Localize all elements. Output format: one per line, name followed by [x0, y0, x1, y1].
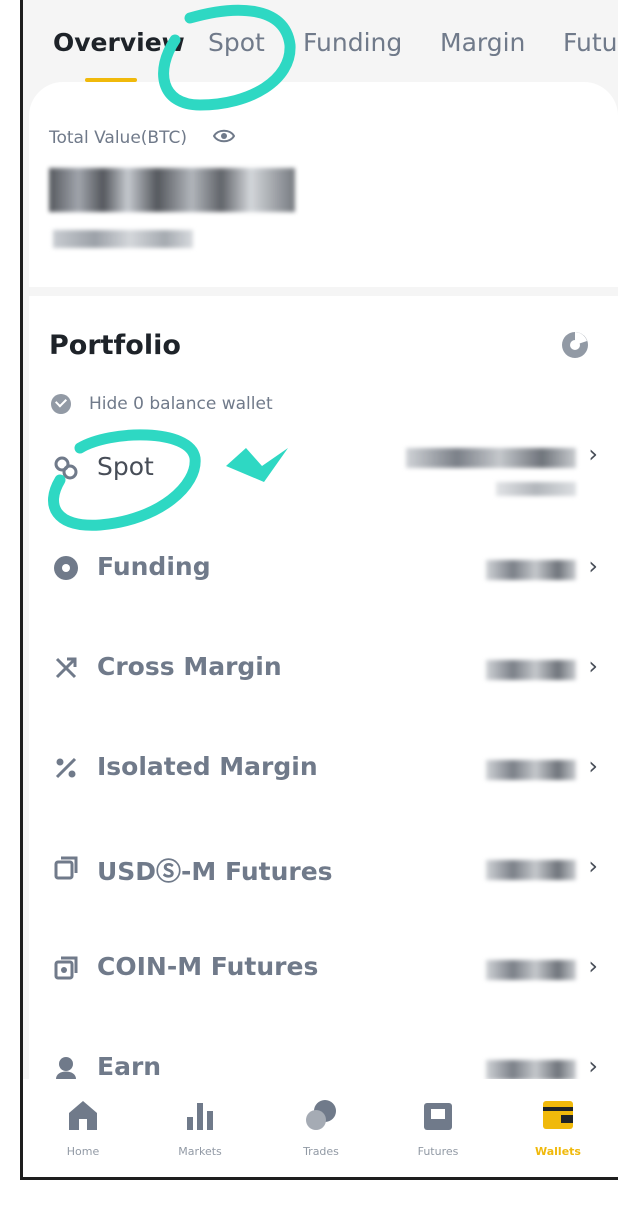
nav-label: Trades: [303, 1145, 339, 1158]
earn-icon: [56, 1057, 76, 1079]
tab-funding[interactable]: Funding: [303, 28, 402, 57]
chevron-right-icon: ›: [588, 852, 598, 880]
nav-label: Markets: [178, 1145, 222, 1158]
total-value-label: Total Value(BTC): [49, 128, 187, 148]
tab-bar: Overview Spot Funding Margin Futu: [23, 0, 618, 82]
total-value-amount-redacted: [49, 168, 295, 212]
wallet-row-isolated-margin[interactable]: Isolated Margin ›: [49, 738, 598, 798]
check-circle-icon: [51, 394, 71, 414]
chevron-right-icon: ›: [588, 752, 598, 780]
wallet-label: Cross Margin: [97, 652, 282, 681]
chevron-right-icon: ›: [588, 952, 598, 980]
wallet-label: Earn: [97, 1052, 162, 1081]
wallet-balance-redacted: [406, 448, 576, 468]
tab-spot[interactable]: Spot: [208, 28, 265, 57]
chevron-right-icon: ›: [588, 652, 598, 680]
hide-zero-balance-toggle[interactable]: Hide 0 balance wallet: [51, 392, 273, 416]
tab-margin[interactable]: Margin: [440, 28, 525, 57]
total-value-fiat-redacted: [53, 230, 193, 248]
futures-icon: [424, 1103, 452, 1130]
wallet-balance-redacted: [486, 760, 576, 780]
chevron-right-icon: ›: [588, 1052, 598, 1080]
wallet-row-coin-m-futures[interactable]: COIN-M Futures ›: [49, 938, 598, 998]
chevron-right-icon: ›: [588, 440, 598, 468]
wallet-label: Funding: [97, 552, 211, 581]
nav-home[interactable]: Home: [38, 1097, 128, 1158]
home-icon: [69, 1101, 97, 1130]
bottom-navigation: Home Markets Trades Futures Wallets: [23, 1079, 618, 1177]
coin-m-futures-icon: [54, 956, 78, 980]
nav-futures[interactable]: Futures: [393, 1097, 483, 1158]
cross-margin-icon: [55, 657, 77, 679]
wallet-label: Isolated Margin: [97, 752, 318, 781]
portfolio-title: Portfolio: [49, 330, 181, 361]
wallet-balance-redacted: [486, 560, 576, 580]
wallet-row-usd-m-futures[interactable]: USDⓈ-M Futures ›: [49, 838, 598, 898]
wallet-label: Spot: [97, 452, 154, 481]
usd-m-futures-icon: [54, 856, 78, 880]
wallet-balance-redacted: [486, 1060, 576, 1080]
wallet-row-cross-margin[interactable]: Cross Margin ›: [49, 638, 598, 698]
chevron-right-icon: ›: [588, 552, 598, 580]
isolated-margin-icon: [55, 757, 77, 779]
nav-wallets[interactable]: Wallets: [513, 1097, 603, 1158]
wallet-label: USDⓈ-M Futures: [97, 857, 333, 886]
wallet-balance-redacted: [486, 860, 576, 880]
spot-icon: [54, 456, 78, 480]
wallet-row-spot[interactable]: Spot ›: [49, 438, 598, 498]
hide-zero-balance-label: Hide 0 balance wallet: [89, 394, 273, 414]
wallet-row-funding[interactable]: Funding ›: [49, 538, 598, 598]
funding-icon: [54, 556, 78, 580]
nav-label: Home: [66, 1145, 100, 1158]
nav-trades[interactable]: Trades: [276, 1097, 366, 1158]
nav-label: Futures: [417, 1145, 459, 1158]
portfolio-section: Portfolio Hide 0 balance wallet Spot › F…: [29, 296, 618, 1081]
pie-chart-icon[interactable]: [560, 330, 590, 360]
tab-futures[interactable]: Futu: [563, 28, 618, 57]
wallet-balance-redacted: [486, 960, 576, 980]
nav-markets[interactable]: Markets: [155, 1097, 245, 1158]
wallet-icon: [543, 1101, 573, 1129]
wallet-fiat-redacted: [496, 482, 576, 496]
trades-icon: [306, 1100, 336, 1130]
app-frame: Overview Spot Funding Margin Futu Total …: [20, 0, 618, 1180]
nav-label: Wallets: [535, 1145, 581, 1158]
markets-icon: [187, 1103, 213, 1130]
wallet-balance-redacted: [486, 660, 576, 680]
eye-icon[interactable]: [213, 128, 235, 144]
wallet-label: COIN-M Futures: [97, 952, 319, 981]
total-value-card: Total Value(BTC): [29, 82, 618, 287]
tab-overview[interactable]: Overview: [53, 28, 185, 57]
